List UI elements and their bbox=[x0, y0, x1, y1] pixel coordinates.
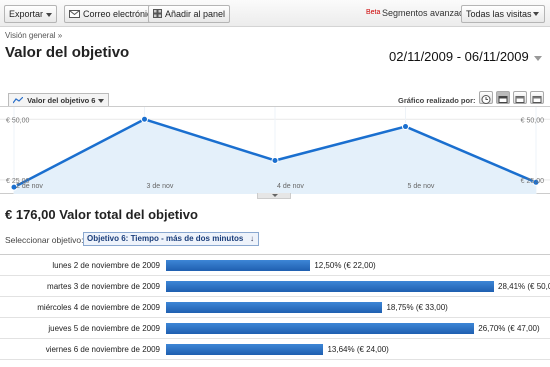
row-date-label: martes 3 de noviembre de 2009 bbox=[47, 282, 160, 291]
chart-collapse-toggle[interactable] bbox=[257, 193, 291, 199]
add-to-dashboard-button[interactable]: Añadir al panel bbox=[148, 5, 231, 23]
row-value-label: 28,41% (€ 50,00) bbox=[498, 282, 550, 291]
chevron-down-icon bbox=[46, 12, 53, 17]
data-point bbox=[141, 115, 148, 123]
graph-by-day-button[interactable] bbox=[496, 91, 510, 104]
value-bar bbox=[166, 302, 383, 313]
row-date-label: jueves 5 de noviembre de 2009 bbox=[48, 324, 160, 333]
row-value-label: 18,75% (€ 33,00) bbox=[386, 303, 448, 312]
data-point bbox=[271, 156, 279, 164]
y-tick-label-left: € 50,00 bbox=[6, 117, 29, 124]
email-button[interactable]: Correo electrónico bbox=[64, 5, 162, 23]
table-row: lunes 2 de noviembre de 2009 12,50% (€ 22… bbox=[0, 255, 550, 276]
graph-by-week-button[interactable] bbox=[513, 91, 527, 104]
chevron-down-icon bbox=[533, 12, 539, 16]
goal-value-table: lunes 2 de noviembre de 2009 12,50% (€ 22… bbox=[0, 254, 550, 360]
calendar-week-icon bbox=[515, 96, 525, 103]
date-range-chevron-icon[interactable] bbox=[534, 56, 542, 61]
segment-value: Todas las visitas bbox=[466, 9, 532, 19]
double-chevron-icon: ↓ bbox=[250, 234, 254, 243]
row-date-label: lunes 2 de noviembre de 2009 bbox=[52, 261, 160, 270]
segment-dropdown[interactable]: Todas las visitas bbox=[461, 5, 545, 23]
x-tick-label: 3 de nov bbox=[147, 183, 174, 190]
export-button[interactable]: Exportar bbox=[4, 5, 58, 23]
date-range-selector[interactable]: 02/11/2009 - 06/11/2009 bbox=[389, 49, 529, 64]
value-bar bbox=[166, 260, 311, 271]
value-bar bbox=[166, 281, 494, 292]
report-toolbar: Exportar Correo electrónico Añadir al pa… bbox=[0, 0, 550, 27]
x-tick-label: 4 de nov bbox=[277, 183, 304, 190]
table-row: martes 3 de noviembre de 2009 28,41% (€ 5… bbox=[0, 276, 550, 297]
table-row: miércoles 4 de noviembre de 2009 18,75% (… bbox=[0, 297, 550, 318]
dashboard-icon bbox=[153, 7, 162, 23]
export-label: Exportar bbox=[9, 9, 44, 19]
line-chart: € 50,00€ 25,00€ 50,00€ 25,002 de nov 3 de… bbox=[0, 107, 550, 194]
table-row: jueves 5 de noviembre de 2009 26,70% (€ 4… bbox=[0, 318, 550, 339]
envelope-icon bbox=[69, 7, 80, 23]
breadcrumb[interactable]: Visión general » bbox=[5, 31, 62, 40]
x-tick-label: 5 de nov bbox=[408, 183, 435, 190]
goal-selector-label: Seleccionar objetivo: bbox=[5, 235, 84, 245]
value-bar bbox=[166, 323, 475, 334]
value-bar bbox=[166, 344, 324, 355]
calendar-day-icon bbox=[498, 96, 508, 103]
row-value-label: 12,50% (€ 22,00) bbox=[314, 261, 376, 270]
row-value-label: 26,70% (€ 47,00) bbox=[478, 324, 540, 333]
row-value-label: 13,64% (€ 24,00) bbox=[327, 345, 389, 354]
clock-icon bbox=[481, 95, 491, 104]
page-title: Valor del objetivo bbox=[5, 44, 130, 61]
total-goal-value: € 176,00 Valor total del objetivo bbox=[5, 207, 198, 222]
goal-value-chart: € 50,00 € 25,00 € 50,00 € 25,00 2 de nov 3 de… bbox=[0, 106, 550, 194]
row-date-label: viernes 6 de noviembre de 2009 bbox=[45, 345, 160, 354]
row-date-label: miércoles 4 de noviembre de 2009 bbox=[37, 303, 160, 312]
table-row: viernes 6 de noviembre de 2009 13,64% (€ … bbox=[0, 339, 550, 360]
metric-label: Valor del objetivo 6 bbox=[27, 96, 96, 105]
beta-badge: Beta bbox=[366, 9, 381, 16]
metric-selector[interactable]: Valor del objetivo 6 bbox=[8, 93, 110, 107]
goal-selector-value: Objetivo 6: Tiempo - más de dos minutos bbox=[87, 234, 244, 243]
x-tick-label: 2 de nov bbox=[16, 183, 43, 190]
graph-by-month-button[interactable] bbox=[530, 91, 544, 104]
calendar-month-icon bbox=[532, 96, 542, 103]
add-panel-label: Añadir al panel bbox=[165, 9, 226, 19]
graph-by-hour-button[interactable] bbox=[479, 91, 493, 104]
data-point bbox=[402, 123, 409, 131]
graph-by-label: Gráfico realizado por: bbox=[398, 96, 476, 105]
line-chart-icon bbox=[12, 96, 24, 106]
y-tick-label-right: € 25,00 bbox=[521, 178, 544, 185]
email-label: Correo electrónico bbox=[83, 9, 157, 19]
chevron-down-icon bbox=[98, 99, 105, 104]
y-tick-label-right: € 50,00 bbox=[521, 117, 544, 124]
goal-selector-dropdown[interactable]: Objetivo 6: Tiempo - más de dos minutos … bbox=[83, 232, 259, 246]
